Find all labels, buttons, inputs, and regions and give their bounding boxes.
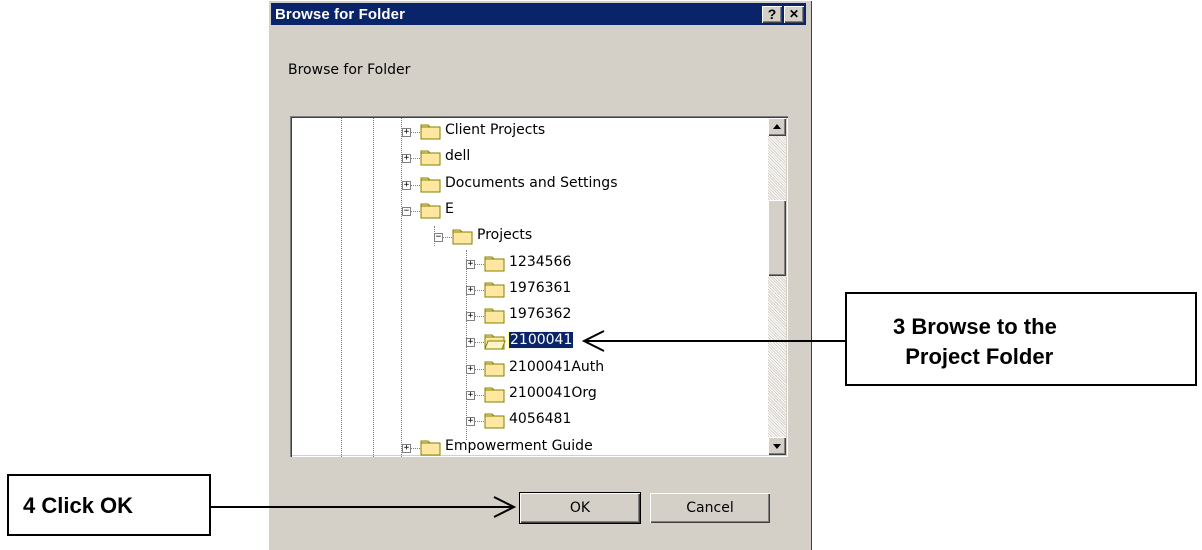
tree-item-label[interactable]: E [445, 201, 454, 217]
close-icon: ✕ [788, 7, 800, 21]
tree-expander-expand[interactable]: + [466, 285, 475, 295]
folder-icon [484, 256, 505, 271]
folder-icon [484, 387, 505, 403]
tree-item-label-selected[interactable]: 2100041 [507, 331, 575, 350]
tree-item-label[interactable]: 4056481 [509, 411, 571, 427]
tree-expander-expand[interactable]: + [466, 417, 475, 427]
folder-icon [420, 177, 441, 193]
tree-expander-expand[interactable]: + [466, 364, 475, 374]
tree-guide-line [373, 116, 374, 457]
tree-item-label[interactable]: Client Projects [445, 122, 545, 138]
folder-icon [484, 282, 505, 298]
tree-item-label[interactable]: 2100041Auth [509, 359, 604, 375]
folder-icon [484, 308, 505, 324]
folder-icon [420, 203, 441, 219]
close-button[interactable]: ✕ [784, 5, 804, 23]
tree-expander-expand[interactable]: + [402, 443, 411, 453]
tree-expander-collapse[interactable]: − [434, 233, 443, 243]
click-ok-callout-text: 4 Click OK [23, 493, 134, 518]
folder-icon [484, 361, 505, 377]
arrow-down-icon [773, 444, 781, 449]
tree-item-label[interactable]: dell [445, 148, 470, 164]
folder-icon [484, 413, 505, 429]
tree-expander-expand[interactable]: + [466, 259, 475, 269]
ok-button[interactable]: OK [519, 492, 641, 524]
tree-guide-line [401, 116, 402, 457]
click-ok-callout: 4 Click OK [7, 474, 211, 536]
tree-item-label[interactable]: Projects [477, 227, 532, 243]
arrow-up-icon [773, 124, 781, 129]
help-button[interactable]: ? [762, 5, 782, 23]
tree-item-label[interactable]: 1234566 [509, 254, 571, 270]
tree-guide-line [341, 116, 342, 457]
tree-expander-expand[interactable]: + [402, 154, 411, 164]
scroll-up-button[interactable] [768, 118, 786, 136]
tree-vertical-scrollbar[interactable] [768, 118, 786, 455]
tree-item-label[interactable]: 2100041Org [509, 385, 597, 401]
tree-expander-expand[interactable]: + [402, 180, 411, 190]
browse-callout: 3 Browse to the Project Folder [845, 292, 1197, 386]
dialog-title: Browse for Folder [275, 5, 406, 23]
folder-icon [452, 229, 473, 245]
browse-for-folder-dialog: Browse for Folder ? ✕ Browse for Folder … [268, 0, 812, 550]
tree-item-label[interactable]: Empowerment Guide [445, 438, 593, 454]
folder-icon [420, 150, 441, 166]
tree-expander-expand[interactable]: + [466, 312, 475, 322]
cancel-button[interactable]: Cancel [650, 493, 770, 523]
tree-expander-expand[interactable]: + [466, 338, 475, 348]
title-bar[interactable]: Browse for Folder ? ✕ [271, 3, 806, 25]
tree-item-label[interactable]: 1976362 [509, 306, 571, 322]
help-icon: ? [767, 6, 777, 22]
folder-tree[interactable]: + Client Projects + dell + Documents and Sett… [290, 116, 788, 457]
folder-icon [420, 440, 441, 456]
browse-callout-text: 3 Browse to the Project Folder [893, 314, 1057, 369]
tree-expander-expand[interactable]: + [466, 391, 475, 400]
dialog-prompt: Browse for Folder [288, 62, 411, 78]
tree-expander-collapse[interactable]: − [402, 206, 411, 216]
open-folder-icon [484, 334, 506, 350]
tree-item-label[interactable]: Documents and Settings [445, 175, 617, 191]
tree-expander-expand[interactable]: + [402, 128, 411, 137]
tree-item-label[interactable]: 1976361 [509, 280, 571, 296]
scroll-down-button[interactable] [768, 437, 786, 455]
folder-icon [420, 124, 441, 140]
scroll-thumb[interactable] [768, 200, 786, 276]
